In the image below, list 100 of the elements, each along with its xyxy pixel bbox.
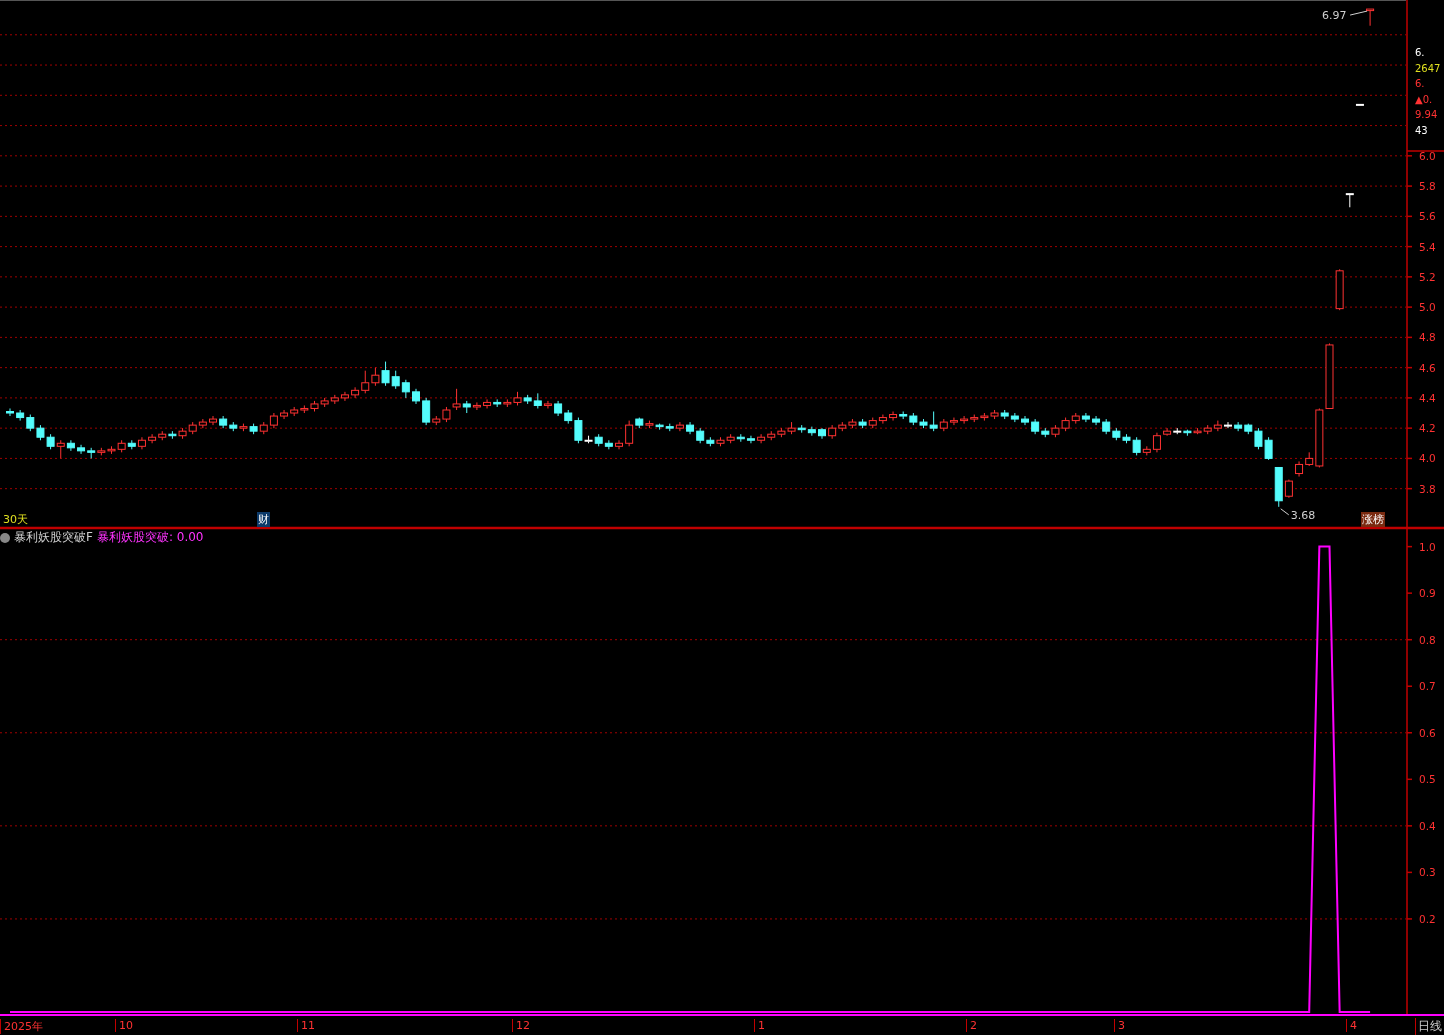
candle <box>483 398 492 409</box>
axis-label: 5.2 <box>1419 270 1436 283</box>
axis-label: 4.0 <box>1419 452 1436 465</box>
candle <box>1051 424 1060 438</box>
candle <box>665 423 674 432</box>
candle <box>889 411 898 422</box>
candle <box>401 379 410 399</box>
date-label: 2025年 <box>0 1019 43 1034</box>
candle <box>198 418 207 429</box>
candle <box>1355 103 1364 106</box>
candle <box>391 370 400 390</box>
quote-value: 6. <box>1415 78 1425 89</box>
price-annotation: 3.68 <box>1290 508 1316 522</box>
candle <box>1325 342 1334 409</box>
candle <box>970 414 979 423</box>
candle <box>1021 415 1029 426</box>
candle <box>878 414 887 425</box>
candle <box>1335 268 1344 311</box>
candle <box>269 412 278 429</box>
candle <box>1234 421 1243 432</box>
axis-label: 3.8 <box>1419 482 1436 495</box>
period-tab[interactable]: 日线 <box>1415 1018 1444 1035</box>
quote-value: ▲0. <box>1415 93 1433 105</box>
candle <box>807 426 816 437</box>
axis-label: 4.8 <box>1419 331 1436 344</box>
quote-value: 9.94 <box>1415 109 1438 120</box>
candle <box>686 421 695 435</box>
axis-label: 0.3 <box>1419 866 1436 879</box>
candle <box>615 439 623 450</box>
candle <box>746 435 755 444</box>
candle <box>787 421 796 435</box>
candle <box>46 433 55 450</box>
candle <box>1071 412 1080 425</box>
candle <box>675 421 684 432</box>
axis-label: 5.4 <box>1419 240 1436 253</box>
collapse-icon[interactable] <box>0 532 10 543</box>
rank-badge[interactable]: 涨榜 <box>1361 512 1385 527</box>
candle <box>990 409 999 420</box>
candle <box>127 439 136 450</box>
candle <box>493 398 502 408</box>
candle <box>178 427 187 440</box>
axis-label: 0.6 <box>1419 726 1436 739</box>
candle <box>249 423 258 435</box>
candle <box>1213 420 1222 432</box>
axis-label: 0.9 <box>1419 587 1436 600</box>
candle <box>371 367 380 387</box>
indicator-name: 暴利妖股突破F <box>14 529 93 546</box>
axis-label: 5.0 <box>1419 301 1436 314</box>
candle <box>858 418 867 429</box>
candle <box>1163 427 1172 437</box>
candle <box>1081 412 1090 423</box>
axis-label: 5.8 <box>1419 180 1436 193</box>
candle <box>604 439 613 450</box>
candle <box>239 423 248 432</box>
axis-label: 4.2 <box>1419 422 1436 435</box>
candle <box>107 445 116 455</box>
quote-value: 6. <box>1415 47 1425 58</box>
axis-label: 0.8 <box>1419 633 1436 646</box>
candle <box>1366 8 1375 27</box>
candle <box>472 401 481 411</box>
period-label: 30天 <box>3 512 28 527</box>
candle <box>6 408 14 417</box>
date-label: 1 <box>754 1019 765 1032</box>
candle <box>137 436 146 450</box>
indicator-reading: 暴利妖股突破: 0.00 <box>96 529 204 546</box>
date-label: 12 <box>512 1019 530 1032</box>
leader-line <box>1349 10 1368 16</box>
axis-label: 4.6 <box>1419 361 1436 374</box>
candle <box>97 447 106 456</box>
axis-label: 0.4 <box>1419 819 1436 832</box>
leader-line <box>1280 508 1290 516</box>
axis-label: 1.0 <box>1419 540 1436 553</box>
candle <box>554 400 563 417</box>
candle <box>1345 193 1354 208</box>
axis-label: 0.7 <box>1419 680 1436 693</box>
date-label: 4 <box>1346 1019 1357 1032</box>
candle <box>1264 436 1273 461</box>
candle <box>229 421 238 432</box>
candle <box>381 361 390 387</box>
quote-value: 43 <box>1415 124 1428 136</box>
candle <box>960 415 969 425</box>
date-label: 10 <box>115 1019 133 1032</box>
candle <box>300 404 309 414</box>
candle <box>259 421 268 435</box>
candle <box>1295 460 1304 478</box>
axis-label: 6.0 <box>1419 149 1436 162</box>
candle <box>412 388 420 405</box>
axis-label: 0.2 <box>1419 912 1436 925</box>
candle <box>117 439 126 453</box>
candle <box>77 444 86 455</box>
candle <box>87 447 96 459</box>
date-label: 11 <box>297 1019 315 1032</box>
candle <box>645 420 654 429</box>
finance-badge[interactable]: 财 <box>257 512 270 527</box>
candle <box>1224 421 1232 429</box>
axis-label: 0.5 <box>1419 773 1436 786</box>
candle <box>736 433 745 443</box>
candle <box>16 409 25 422</box>
date-label: 3 <box>1114 1019 1125 1032</box>
candle <box>168 430 177 440</box>
